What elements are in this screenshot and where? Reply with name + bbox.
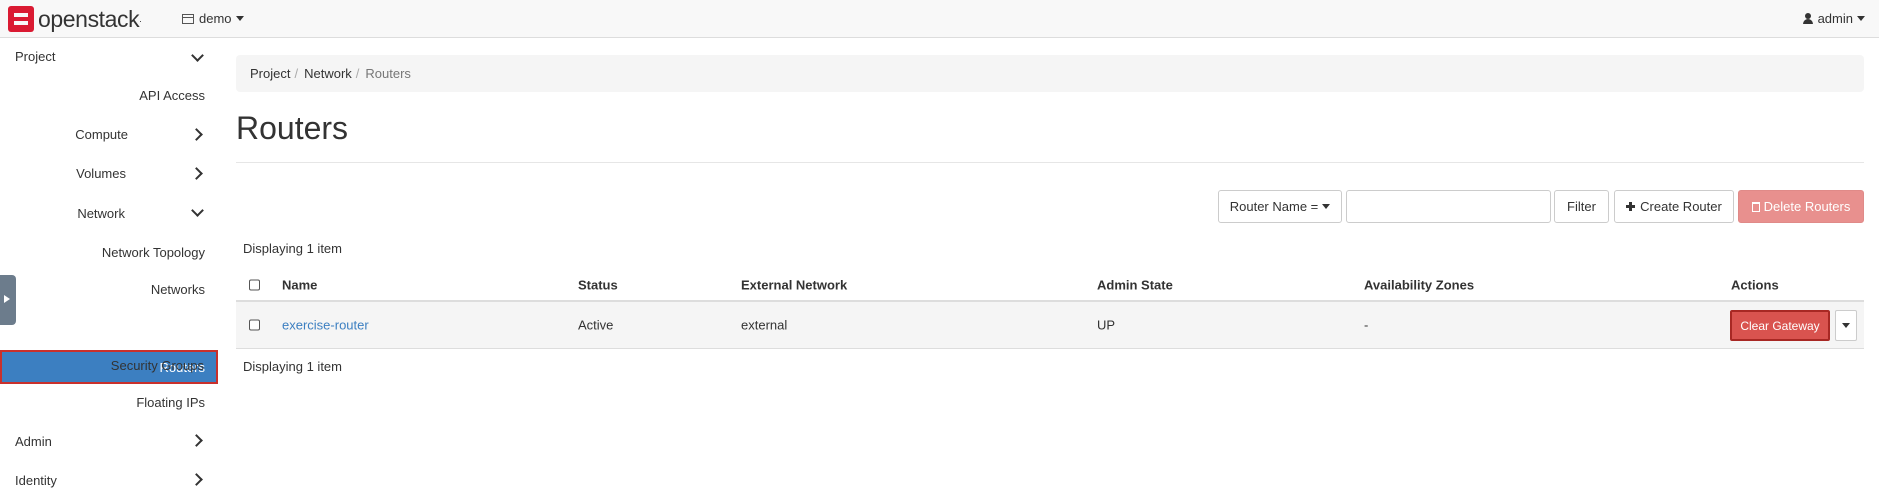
clear-gateway-button[interactable]: Clear Gateway [1730, 310, 1830, 341]
filter-field-select[interactable]: Router Name = [1218, 190, 1342, 223]
sidebar-item-label: Volumes [76, 166, 126, 181]
sidebar-item-volumes[interactable]: Volumes [76, 166, 126, 181]
sidebar-item-network-topology[interactable]: Network Topology [102, 245, 205, 260]
page-title: Routers [236, 110, 349, 146]
router-name-link[interactable]: exercise-router [282, 318, 369, 333]
sidebar-item-api-access[interactable]: API Access [139, 88, 205, 103]
plus-icon [1626, 202, 1636, 211]
breadcrumb-separator: / [355, 66, 360, 81]
breadcrumb-network[interactable]: Network [304, 66, 352, 81]
sidebar-item-label: Security Groups [110, 358, 204, 373]
router-admin-state: UP [1097, 317, 1116, 333]
sidebar-item-label: Network [77, 206, 125, 221]
sidebar-item-compute[interactable]: Compute [75, 127, 128, 142]
project-icon [182, 13, 194, 24]
chevron-right-icon[interactable] [190, 167, 203, 180]
project-name: demo [199, 11, 232, 26]
openstack-logo[interactable]: openstack. [8, 5, 142, 33]
filter-field-label: Router Name = [1229, 199, 1319, 214]
select-all-checkbox[interactable] [249, 279, 260, 291]
breadcrumb: Project / Network / Routers [236, 55, 1864, 92]
filter-input[interactable] [1346, 190, 1551, 223]
delete-routers-button[interactable]: Delete Routers [1738, 190, 1864, 223]
breadcrumb-project[interactable]: Project [250, 66, 290, 81]
caret-down-icon [235, 16, 244, 21]
column-header-admin-state[interactable]: Admin State [1097, 278, 1173, 293]
sidebar-item-label: Admin [15, 434, 52, 449]
openstack-logo-icon [8, 6, 34, 32]
column-header-name[interactable]: Name [282, 278, 317, 293]
row-checkbox[interactable] [249, 319, 260, 331]
sidebar-item-networks[interactable]: Networks [151, 282, 205, 297]
sidebar-item-admin[interactable]: Admin [15, 434, 52, 449]
sidebar-item-network[interactable]: Network [77, 206, 125, 221]
sidebar-toggle-handle[interactable] [0, 275, 16, 325]
router-external-network: external [741, 317, 788, 333]
sidebar-item-floating-ips[interactable]: Floating IPs [136, 395, 205, 410]
user-menu[interactable]: admin [1802, 11, 1865, 26]
chevron-right-icon[interactable] [190, 473, 203, 486]
sidebar-item-identity[interactable]: Identity [15, 473, 57, 488]
breadcrumb-routers: Routers [365, 66, 411, 81]
trash-icon [1751, 201, 1760, 212]
caret-down-icon [1857, 16, 1865, 21]
caret-down-icon [1322, 204, 1331, 209]
create-router-label: Create Router [1640, 199, 1722, 214]
column-header-external-network[interactable]: External Network [741, 278, 847, 293]
project-selector[interactable]: demo [182, 11, 244, 26]
top-navbar: openstack. demo admin [0, 0, 1879, 38]
delete-routers-label: Delete Routers [1763, 199, 1851, 214]
chevron-down-icon[interactable] [191, 204, 204, 217]
column-header-availability-zones[interactable]: Availability Zones [1364, 278, 1474, 293]
table-header: Name Status External Network Admin State… [236, 270, 1864, 302]
sidebar-item-label: API Access [139, 88, 205, 103]
caret-down-icon [1842, 323, 1850, 328]
column-header-status[interactable]: Status [578, 278, 618, 293]
sidebar-item-project[interactable]: Project [15, 49, 55, 64]
user-icon [1802, 13, 1813, 24]
column-header-actions: Actions [1731, 277, 1779, 293]
chevron-right-icon[interactable] [190, 434, 203, 447]
sidebar-item-label: Network Topology [101, 245, 205, 260]
sidebar-item-label: Identity [15, 473, 57, 488]
table-row: exercise-router Active external UP - Cle… [236, 302, 1864, 349]
sidebar-item-label: Floating IPs [136, 395, 205, 410]
sidebar-item-label: Compute [75, 127, 128, 142]
sidebar-item-security-groups-label[interactable]: Security Groups [111, 358, 204, 373]
breadcrumb-separator: / [294, 66, 299, 81]
router-availability-zones: - [1364, 317, 1369, 333]
routers-table: Name Status External Network Admin State… [236, 270, 1864, 349]
brand-name: openstack [38, 5, 140, 32]
create-router-button[interactable]: Create Router [1614, 190, 1734, 223]
item-count-bottom: Displaying 1 item [243, 359, 342, 374]
router-status: Active [578, 317, 614, 333]
sidebar-item-label: Project [15, 49, 56, 64]
sidebar: Project API Access Compute Volumes Netwo… [0, 38, 218, 500]
row-actions-dropdown[interactable] [1835, 310, 1857, 341]
user-name: admin [1817, 11, 1853, 26]
chevron-right-icon[interactable] [190, 128, 203, 141]
chevron-down-icon[interactable] [191, 49, 204, 62]
filter-button[interactable]: Filter [1554, 190, 1609, 223]
item-count-top: Displaying 1 item [243, 241, 342, 256]
sidebar-item-label: Networks [150, 282, 205, 297]
title-divider [236, 162, 1864, 163]
